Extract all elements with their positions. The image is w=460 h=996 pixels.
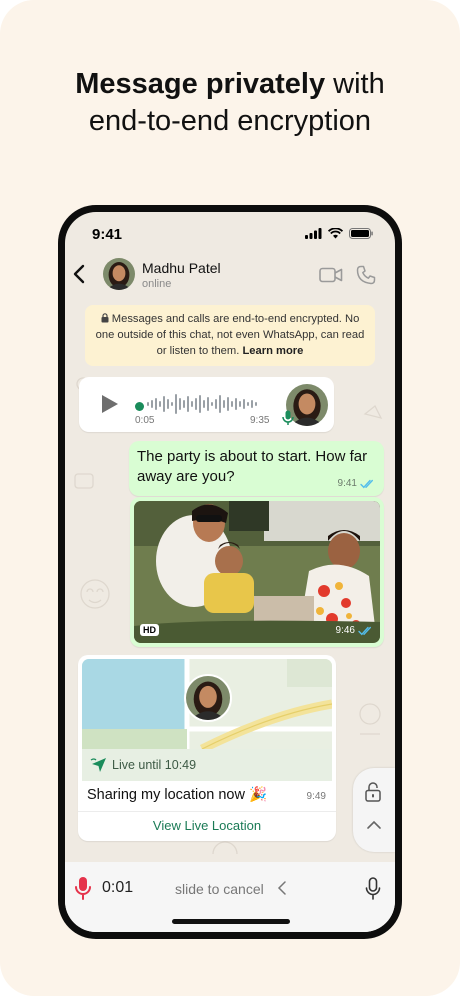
- chat-header: Madhu Patel online: [65, 252, 395, 296]
- headline-line2: end-to-end encryption: [88, 105, 372, 137]
- voice-message: 0:05 9:35: [79, 377, 334, 432]
- lock-icon: [101, 313, 109, 323]
- contact-name[interactable]: Madhu Patel: [142, 260, 221, 276]
- status-bar: 9:41: [65, 212, 395, 252]
- live-until-label: Live until 10:49: [112, 758, 197, 772]
- status-time: 9:41: [92, 226, 123, 243]
- unlock-icon[interactable]: [365, 782, 381, 802]
- message-time: 9:41: [337, 478, 357, 489]
- phone-screen: 9:41 Madhu Patel online Messages and cal…: [65, 212, 395, 932]
- hd-badge: HD: [140, 624, 159, 636]
- recording-mic-icon: [75, 877, 91, 900]
- store-screenshot: Message privately with end-to-end encryp…: [0, 0, 460, 996]
- photo-meta: 9:46: [336, 625, 374, 636]
- location-time: 9:49: [306, 791, 326, 802]
- voice-elapsed: 0:05: [135, 415, 155, 426]
- headline: Message privately with end-to-end encryp…: [0, 66, 460, 140]
- chevron-up-icon: [367, 820, 381, 829]
- chevron-left-icon: [277, 881, 286, 895]
- wifi-icon: [328, 228, 343, 239]
- message-meta: 9:41: [338, 478, 376, 489]
- live-location-row: Live until 10:49: [82, 749, 332, 781]
- photo-message[interactable]: HD 9:46: [130, 497, 384, 647]
- read-ticks-icon: [358, 626, 371, 635]
- view-live-location-button[interactable]: View Live Location: [78, 818, 336, 833]
- location-caption: Sharing my location now 🎉: [87, 787, 268, 803]
- battery-icon: [349, 228, 373, 239]
- status-icons: [305, 228, 373, 239]
- lock-recording-pill[interactable]: [353, 768, 395, 852]
- encryption-text: Messages and calls are end-to-end encryp…: [95, 313, 365, 357]
- voice-mic-icon: [282, 410, 294, 425]
- contact-status: online: [142, 278, 172, 290]
- back-icon[interactable]: [72, 264, 86, 284]
- mic-icon[interactable]: [365, 877, 381, 901]
- live-location-message[interactable]: Live until 10:49 Sharing my location now…: [78, 655, 336, 841]
- photo-time: 9:46: [335, 625, 355, 636]
- recording-time: 0:01: [102, 879, 134, 896]
- divider: [78, 811, 336, 812]
- signal-icon: [305, 228, 322, 239]
- slide-to-cancel: slide to cancel: [175, 881, 264, 897]
- headline-rest: with: [325, 68, 385, 100]
- outgoing-message[interactable]: The party is about to start. How far awa…: [129, 441, 384, 496]
- headline-bold: Message privately: [75, 68, 326, 100]
- read-ticks-icon: [360, 479, 373, 488]
- shared-photo[interactable]: [134, 501, 380, 643]
- playback-position-dot[interactable]: [135, 402, 144, 411]
- play-icon[interactable]: [101, 394, 119, 414]
- contact-avatar[interactable]: [103, 258, 135, 290]
- encryption-notice: Messages and calls are end-to-end encryp…: [85, 305, 375, 366]
- location-avatar: [184, 674, 232, 722]
- video-call-icon[interactable]: [319, 267, 343, 283]
- phone-frame: 9:41 Madhu Patel online Messages and cal…: [58, 205, 402, 939]
- home-indicator[interactable]: [172, 919, 290, 924]
- voice-call-icon[interactable]: [356, 265, 376, 285]
- learn-more-link[interactable]: Learn more: [242, 345, 303, 357]
- live-location-icon: [90, 758, 106, 772]
- waveform[interactable]: [147, 391, 277, 417]
- voice-time: 9:35: [250, 415, 270, 426]
